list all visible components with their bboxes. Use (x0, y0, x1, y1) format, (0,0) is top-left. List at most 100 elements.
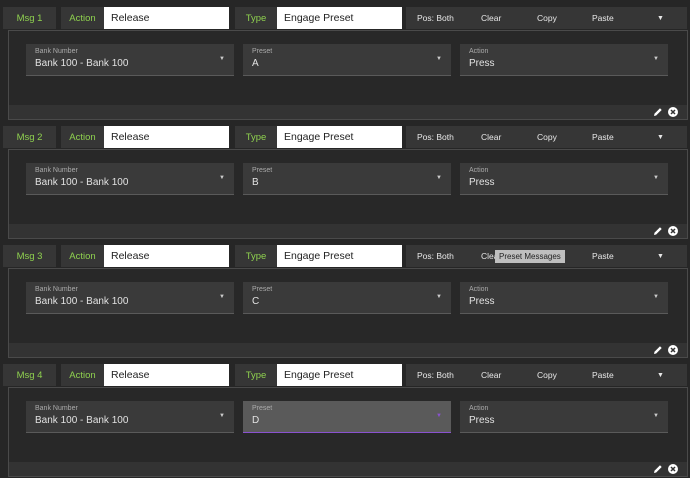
action-label: Action (61, 245, 104, 267)
type-input[interactable]: Engage Preset (277, 364, 402, 386)
preset-select[interactable]: Preset A ▼ (243, 44, 451, 76)
msg-tag[interactable]: Msg 4 (3, 364, 56, 386)
action-select[interactable]: Action Press ▼ (460, 44, 668, 76)
msg-panel-4: Bank Number Bank 100 - Bank 100 ▼ Preset… (8, 387, 688, 477)
type-label: Type (235, 126, 277, 148)
paste-button[interactable]: Paste (592, 7, 614, 29)
caret-down-icon: ▼ (653, 294, 659, 300)
close-icon[interactable] (667, 106, 679, 118)
caret-down-icon: ▼ (436, 56, 442, 62)
panel-footer (9, 224, 687, 238)
caret-down-icon[interactable]: ▼ (657, 364, 664, 386)
msg-tag[interactable]: Msg 3 (3, 245, 56, 267)
field-label: Action (469, 286, 489, 293)
paste-button[interactable]: Paste (592, 364, 614, 386)
field-value: Press (469, 296, 495, 307)
msg-header-3: Msg 3 Action Release Type Engage Preset … (0, 245, 690, 267)
field-value: Bank 100 - Bank 100 (35, 296, 129, 307)
bank-number-select[interactable]: Bank Number Bank 100 - Bank 100 ▼ (26, 44, 234, 76)
type-label: Type (235, 364, 277, 386)
pencil-icon[interactable] (652, 225, 664, 237)
field-value: Press (469, 415, 495, 426)
field-label: Action (469, 405, 489, 412)
pencil-icon[interactable] (652, 344, 664, 356)
toolbar: Pos: Both Clear Copy Paste ▼ (406, 126, 687, 148)
action-select[interactable]: Action Press ▼ (460, 401, 668, 433)
pos-button[interactable]: Pos: Both (417, 364, 454, 386)
field-value: Press (469, 177, 495, 188)
pencil-icon[interactable] (652, 106, 664, 118)
caret-down-icon: ▼ (436, 294, 442, 300)
action-input[interactable]: Release (104, 126, 229, 148)
caret-down-icon[interactable]: ▼ (657, 7, 664, 29)
msg-panel-2: Bank Number Bank 100 - Bank 100 ▼ Preset… (8, 149, 688, 239)
action-label: Action (61, 364, 104, 386)
field-value: Bank 100 - Bank 100 (35, 58, 129, 69)
clear-button[interactable]: Clear (481, 364, 501, 386)
caret-down-icon: ▼ (436, 175, 442, 181)
action-label: Action (61, 7, 104, 29)
field-label: Preset (252, 167, 273, 174)
field-value: D (252, 415, 260, 426)
field-value: Bank 100 - Bank 100 (35, 177, 129, 188)
field-value: A (252, 58, 259, 69)
bank-number-select[interactable]: Bank Number Bank 100 - Bank 100 ▼ (26, 163, 234, 195)
paste-button[interactable]: Paste (592, 245, 614, 267)
close-icon[interactable] (667, 463, 679, 475)
field-label: Bank Number (35, 167, 78, 174)
paste-button[interactable]: Paste (592, 126, 614, 148)
toolbar: Pos: Both Clear Copy Paste ▼ (406, 7, 687, 29)
panel-footer (9, 462, 687, 476)
panel-footer (9, 343, 687, 357)
field-label: Bank Number (35, 48, 78, 55)
caret-down-icon: ▼ (653, 413, 659, 419)
msg-tag[interactable]: Msg 2 (3, 126, 56, 148)
action-select[interactable]: Action Press ▼ (460, 163, 668, 195)
action-input[interactable]: Release (104, 7, 229, 29)
field-label: Preset (252, 48, 273, 55)
field-label: Action (469, 167, 489, 174)
type-input[interactable]: Engage Preset (277, 7, 402, 29)
type-input[interactable]: Engage Preset (277, 245, 402, 267)
field-value: C (252, 296, 260, 307)
action-input[interactable]: Release (104, 245, 229, 267)
preset-select[interactable]: Preset C ▼ (243, 282, 451, 314)
copy-button[interactable]: Copy (537, 364, 557, 386)
field-label: Bank Number (35, 286, 78, 293)
pos-button[interactable]: Pos: Both (417, 245, 454, 267)
copy-button[interactable]: Copy (537, 126, 557, 148)
caret-down-icon: ▼ (436, 413, 442, 419)
caret-down-icon: ▼ (653, 56, 659, 62)
field-label: Action (469, 48, 489, 55)
preset-select[interactable]: Preset D ▼ (243, 401, 451, 433)
msg-header-2: Msg 2 Action Release Type Engage Preset … (0, 126, 690, 148)
caret-down-icon: ▼ (219, 56, 225, 62)
caret-down-icon: ▼ (653, 175, 659, 181)
msg-tag[interactable]: Msg 1 (3, 7, 56, 29)
field-value: Press (469, 58, 495, 69)
msg-header-1: Msg 1 Action Release Type Engage Preset … (0, 7, 690, 29)
field-label: Preset (252, 286, 273, 293)
close-icon[interactable] (667, 344, 679, 356)
clear-button[interactable]: Clear (481, 7, 501, 29)
copy-button[interactable]: Copy (537, 7, 557, 29)
action-input[interactable]: Release (104, 364, 229, 386)
tooltip: Preset Messages (495, 250, 565, 263)
type-label: Type (235, 7, 277, 29)
pos-button[interactable]: Pos: Both (417, 7, 454, 29)
toolbar: Pos: Both Clear Copy Paste ▼ (406, 364, 687, 386)
field-label: Preset (252, 405, 273, 412)
close-icon[interactable] (667, 225, 679, 237)
msg-header-4: Msg 4 Action Release Type Engage Preset … (0, 364, 690, 386)
pos-button[interactable]: Pos: Both (417, 126, 454, 148)
bank-number-select[interactable]: Bank Number Bank 100 - Bank 100 ▼ (26, 282, 234, 314)
action-select[interactable]: Action Press ▼ (460, 282, 668, 314)
type-input[interactable]: Engage Preset (277, 126, 402, 148)
caret-down-icon[interactable]: ▼ (657, 245, 664, 267)
pencil-icon[interactable] (652, 463, 664, 475)
clear-button[interactable]: Clear (481, 126, 501, 148)
caret-down-icon[interactable]: ▼ (657, 126, 664, 148)
panel-footer (9, 105, 687, 119)
bank-number-select[interactable]: Bank Number Bank 100 - Bank 100 ▼ (26, 401, 234, 433)
preset-select[interactable]: Preset B ▼ (243, 163, 451, 195)
